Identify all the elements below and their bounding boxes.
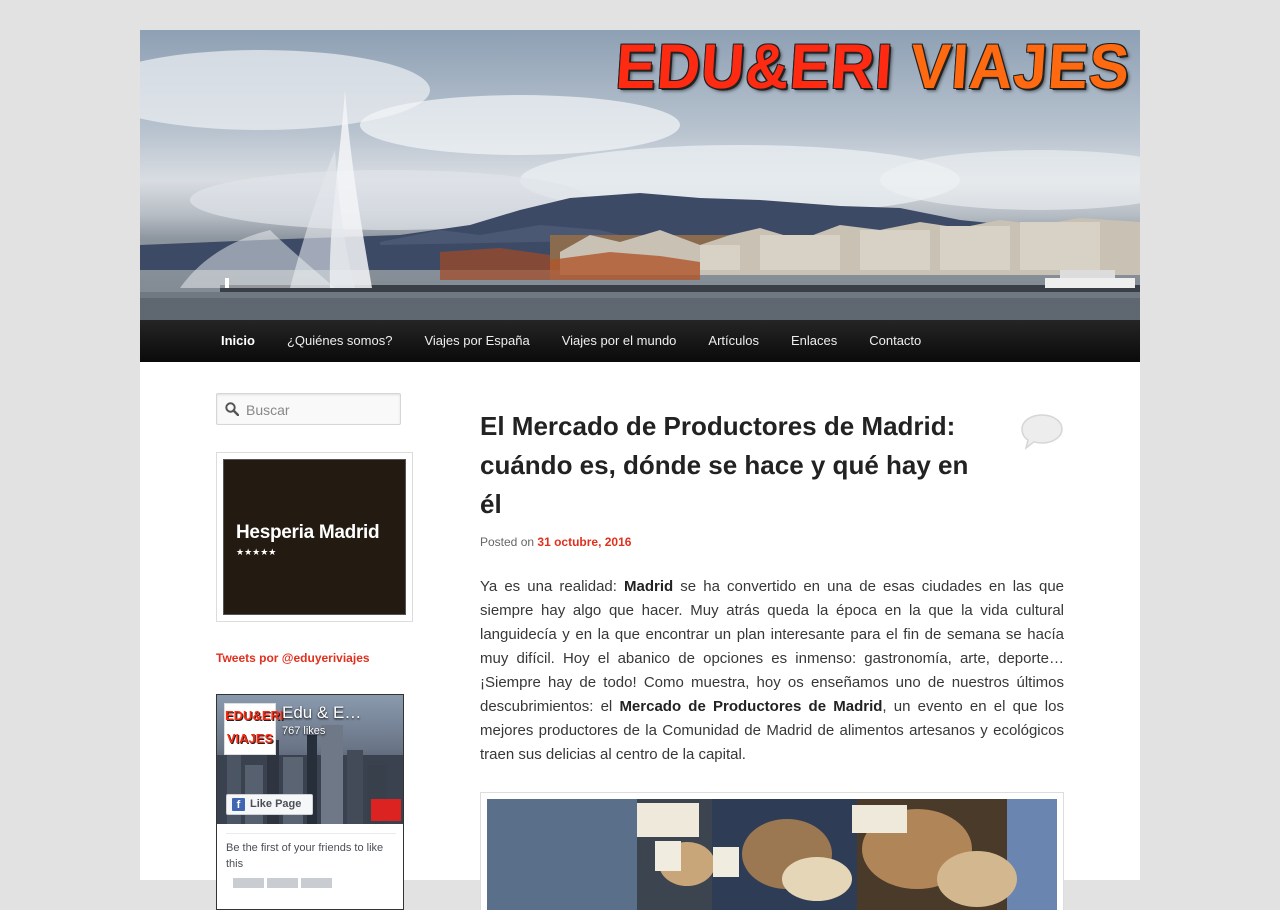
hotel-ad-name: Hesperia Madrid (236, 522, 380, 543)
post-date-link[interactable]: 31 octubre, 2016 (537, 535, 631, 549)
site-title-logo[interactable]: EDU&ERI VIAJES (613, 30, 1133, 102)
post-market-photo (487, 799, 1057, 910)
post-body: Ya es una realidad: Madrid se ha convert… (480, 575, 1064, 767)
nav-item-viajes-mundo[interactable]: Viajes por el mundo (546, 320, 693, 362)
site-title-part1: EDU&ERI (613, 31, 896, 102)
post-body-text: Ya es una realidad: (480, 578, 625, 595)
hotel-ad-banner[interactable]: Hesperia Madrid ★★★★★ (216, 452, 413, 622)
nav-item-enlaces[interactable]: Enlaces (775, 320, 853, 362)
comment-bubble-icon[interactable] (1020, 413, 1064, 451)
post-meta: Posted on 31 octubre, 2016 (480, 535, 631, 549)
nav-item-quienes-somos[interactable]: ¿Quiénes somos? (271, 320, 409, 362)
post-body-bold: Mercado de Productores de Madrid (619, 698, 883, 715)
header-banner[interactable]: EDU&ERI VIAJES (140, 30, 1140, 320)
tweets-link[interactable]: Tweets por @eduyeriviajes (216, 651, 370, 665)
facebook-likes-count: 767 likes (282, 725, 326, 737)
nav-menu: Inicio ¿Quiénes somos? Viajes por España… (140, 320, 1140, 362)
nav-item-inicio[interactable]: Inicio (205, 320, 271, 362)
post-body-bold: Madrid (624, 578, 674, 595)
search-icon (225, 402, 239, 416)
facebook-page-logo[interactable]: EDU&ERI VIAJES (224, 703, 284, 755)
facebook-friend-avatars (233, 875, 335, 893)
nav-item-viajes-espana[interactable]: Viajes por España (408, 320, 545, 362)
main-nav: Inicio ¿Quiénes somos? Viajes por España… (140, 320, 1140, 362)
facebook-icon: f (232, 798, 245, 811)
post-image-frame[interactable] (480, 792, 1064, 910)
post-body-text: se ha convertido en una de esas ciudades… (480, 578, 1064, 715)
facebook-like-label: Like Page (250, 798, 302, 810)
facebook-like-page-button[interactable]: f Like Page (226, 794, 313, 815)
facebook-page-name[interactable]: Edu & E… (282, 703, 361, 723)
post-meta-prefix: Posted on (480, 535, 535, 549)
nav-item-articulos[interactable]: Artículos (692, 320, 775, 362)
nav-item-contacto[interactable]: Contacto (853, 320, 937, 362)
facebook-logo-line2: VIAJES (226, 731, 274, 746)
facebook-page-widget: EDU&ERI VIAJES Edu & E… 767 likes f Like… (216, 694, 404, 910)
facebook-friends-text: Be the first of your friends to like thi… (226, 833, 396, 872)
site-title-part2: VIAJES (908, 31, 1133, 102)
facebook-cover-image[interactable]: EDU&ERI VIAJES Edu & E… 767 likes f Like… (217, 695, 403, 824)
post-title[interactable]: El Mercado de Productores de Madrid: cuá… (480, 407, 990, 524)
hotel-ad-image: Hesperia Madrid ★★★★★ (223, 459, 406, 615)
hotel-ad-stars: ★★★★★ (236, 547, 277, 557)
search-input[interactable] (244, 398, 398, 422)
search-box[interactable] (216, 393, 401, 425)
facebook-logo-line1: EDU&ERI (225, 708, 284, 723)
